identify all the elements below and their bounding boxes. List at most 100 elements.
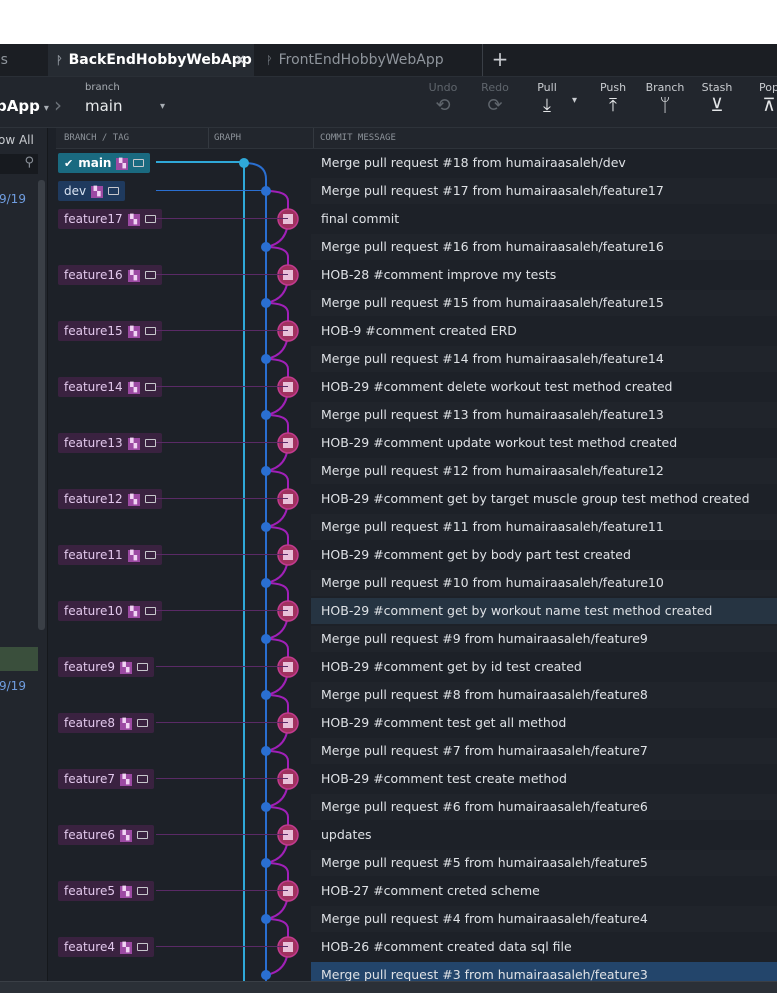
commit-row[interactable]: Merge pull request #16 from humairaasale…	[56, 233, 777, 261]
commit-row[interactable]: feature10 ▚ HOB-29 #comment get by workout…	[56, 597, 777, 625]
commit-row[interactable]: feature9 ▚ HOB-29 #comment get by id test …	[56, 653, 777, 681]
avatar-icon: ▚	[127, 381, 140, 394]
tab-frontend-repo[interactable]: ᚹ FrontEndHobbyWebApp	[266, 44, 444, 76]
commit-row[interactable]: Merge pull request #10 from humairaasale…	[56, 569, 777, 597]
commit-row[interactable]: Merge pull request #11 from humairaasale…	[56, 513, 777, 541]
branch-connector	[156, 666, 288, 667]
commit-message: HOB-29 #comment get by id test created	[321, 659, 582, 674]
commit-row[interactable]: feature15 ▚ HOB-9 #comment created ERD	[56, 317, 777, 345]
push-button[interactable]: Push ⤒	[588, 81, 638, 116]
show-all-link[interactable]: ow All	[0, 133, 34, 147]
column-divider[interactable]	[208, 128, 209, 148]
branch-label[interactable]: feature4 ▚	[58, 937, 154, 957]
tab-backend-repo[interactable]: ᚹ BackEndHobbyWebApp ×	[48, 44, 254, 76]
branch-label-text: feature5	[64, 884, 115, 898]
avatar-icon: ▚	[127, 549, 140, 562]
commit-row[interactable]: Merge pull request #15 from humairaasale…	[56, 289, 777, 317]
avatar-icon: ▚	[127, 213, 140, 226]
commit-row[interactable]: Merge pull request #4 from humairaasaleh…	[56, 905, 777, 933]
branch-label[interactable]: feature15 ▚	[58, 321, 162, 341]
branch-label[interactable]: feature8 ▚	[58, 713, 154, 733]
branch-label[interactable]: feature5 ▚	[58, 881, 154, 901]
commit-row[interactable]: feature7 ▚ HOB-29 #comment test create met…	[56, 765, 777, 793]
commit-row[interactable]: feature16 ▚ HOB-28 #comment improve my tes…	[56, 261, 777, 289]
branch-label[interactable]: feature16 ▚	[58, 265, 162, 285]
chevron-down-icon[interactable]: ▾	[160, 101, 165, 112]
close-tab-icon[interactable]: ×	[234, 44, 246, 76]
commit-row[interactable]: Merge pull request #5 from humairaasaleh…	[56, 849, 777, 877]
commit-message: updates	[321, 827, 372, 842]
commit-row[interactable]: feature8 ▚ HOB-29 #comment test get all me…	[56, 709, 777, 737]
commit-row[interactable]: feature11 ▚ HOB-29 #comment get by body pa…	[56, 541, 777, 569]
branch-label[interactable]: feature11 ▚	[58, 545, 162, 565]
commit-message: Merge pull request #14 from humairaasale…	[321, 351, 664, 366]
local-computer-icon	[144, 270, 156, 279]
tab-previous[interactable]: es	[0, 44, 8, 76]
branch-label[interactable]: feature17 ▚	[58, 209, 162, 229]
toolbar: bApp ▾ › branch main ▾ Undo ⟲ Redo ⟳ Pull ⤓ …	[0, 77, 777, 128]
commit-row[interactable]: Merge pull request #7 from humairaasaleh…	[56, 737, 777, 765]
column-header: BRANCH / TAG GRAPH COMMIT MESSAGE	[56, 128, 777, 149]
commit-row[interactable]: feature6 ▚ updates	[56, 821, 777, 849]
branch-label[interactable]: feature6 ▚	[58, 825, 154, 845]
branch-label[interactable]: feature12 ▚	[58, 489, 162, 509]
commit-row[interactable]: feature12 ▚ HOB-29 #comment get by target …	[56, 485, 777, 513]
branch-label[interactable]: dev ▚	[58, 181, 126, 201]
local-computer-icon	[144, 606, 156, 615]
redo-button[interactable]: Redo ⟳	[470, 81, 520, 116]
branch-connector	[156, 778, 288, 779]
pull-options-icon[interactable]: ▾	[572, 95, 577, 106]
commit-row[interactable]: dev ▚ Merge pull request #17 from humairaa…	[56, 177, 777, 205]
commit-row[interactable]: ✔ main ▚ Merge pull request #18 from humair…	[56, 149, 777, 177]
branch-connector	[156, 218, 288, 219]
add-tab-button[interactable]: +	[482, 44, 517, 76]
commit-message: Merge pull request #10 from humairaasale…	[321, 575, 664, 590]
avatar-icon: ▚	[127, 325, 140, 338]
branch-label[interactable]: feature10 ▚	[58, 601, 162, 621]
branch-connector	[156, 890, 288, 891]
commit-row[interactable]: Merge pull request #13 from humairaasale…	[56, 401, 777, 429]
branch-label-text: feature6	[64, 828, 115, 842]
undo-icon: ⟲	[435, 95, 451, 116]
branch-connector	[156, 190, 266, 191]
pull-button[interactable]: Pull ⤓	[522, 81, 572, 116]
commit-row[interactable]: Merge pull request #9 from humairaasaleh…	[56, 625, 777, 653]
local-computer-icon	[108, 186, 120, 195]
commit-row[interactable]: Merge pull request #8 from humairaasaleh…	[56, 681, 777, 709]
commit-row[interactable]: feature4 ▚ HOB-26 #comment created data sq…	[56, 933, 777, 961]
commit-row[interactable]: feature5 ▚ HOB-27 #comment creted scheme	[56, 877, 777, 905]
undo-button[interactable]: Undo ⟲	[418, 81, 468, 116]
branch-selector[interactable]: main	[85, 97, 122, 115]
commit-row[interactable]: feature13 ▚ HOB-29 #comment update workout…	[56, 429, 777, 457]
avatar-icon: ▚	[119, 885, 132, 898]
branch-button[interactable]: Branch ᛘ	[640, 81, 690, 116]
horizontal-scrollbar[interactable]	[0, 981, 777, 993]
left-panel-scrollbar[interactable]	[38, 180, 45, 630]
branch-label[interactable]: feature14 ▚	[58, 377, 162, 397]
branch-caption: branch	[85, 82, 120, 93]
avatar-icon: ▚	[116, 157, 129, 170]
branch-label-text: feature14	[64, 380, 123, 394]
column-divider[interactable]	[313, 128, 314, 148]
branch-connector	[156, 386, 288, 387]
branch-label[interactable]: ✔ main ▚	[58, 153, 151, 173]
commit-message: Merge pull request #17 from humairaasale…	[321, 183, 664, 198]
commit-row[interactable]: feature14 ▚ HOB-29 #comment delete workout…	[56, 373, 777, 401]
commit-row[interactable]: Merge pull request #6 from humairaasaleh…	[56, 793, 777, 821]
commit-message: HOB-29 #comment get by workout name test…	[321, 603, 713, 618]
local-computer-icon	[144, 494, 156, 503]
branch-label[interactable]: feature7 ▚	[58, 769, 154, 789]
branch-label[interactable]: feature13 ▚	[58, 433, 162, 453]
branch-label[interactable]: feature9 ▚	[58, 657, 154, 677]
repo-selector[interactable]: bApp ▾	[0, 97, 49, 115]
commit-row[interactable]: Merge pull request #12 from humairaasale…	[56, 457, 777, 485]
branch-connector	[156, 946, 288, 947]
commit-message: Merge pull request #6 from humairaasaleh…	[321, 799, 648, 814]
stash-icon: ⊻	[710, 95, 724, 116]
commit-row[interactable]: Merge pull request #14 from humairaasale…	[56, 345, 777, 373]
avatar-icon: ▚	[91, 185, 104, 198]
filter-input[interactable]: ⚲	[0, 154, 38, 174]
pop-button[interactable]: Pop ⊼	[744, 81, 777, 116]
stash-button[interactable]: Stash ⊻	[692, 81, 742, 116]
commit-row[interactable]: feature17 ▚ final commit	[56, 205, 777, 233]
